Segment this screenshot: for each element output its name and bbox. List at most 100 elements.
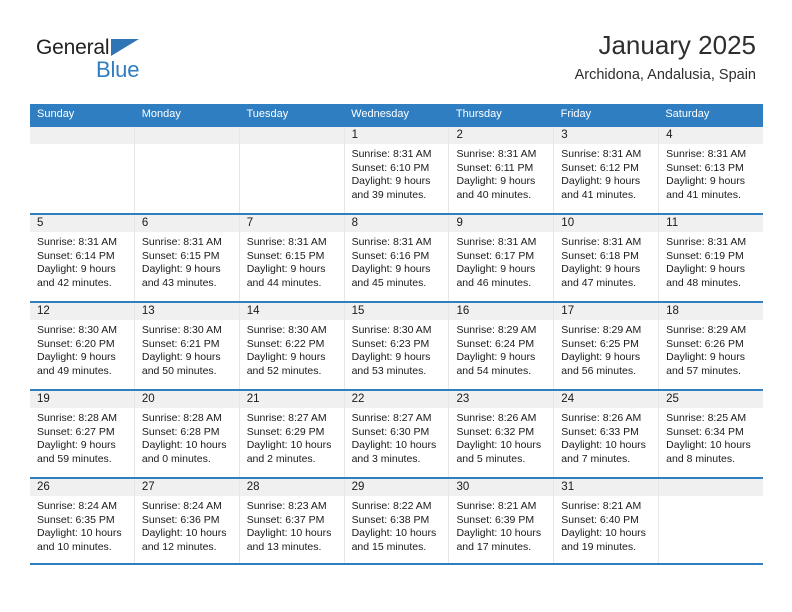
- sunrise-text: Sunrise: 8:29 AM: [456, 324, 537, 336]
- daylight-text-line1: Daylight: 9 hours: [37, 351, 116, 364]
- day-cell[interactable]: 24 Sunrise: 8:26 AM Sunset: 6:33 PM Dayligh…: [554, 391, 660, 477]
- day-cell[interactable]: 8 Sunrise: 8:31 AM Sunset: 6:16 PM Daylight…: [344, 215, 450, 301]
- day-cell[interactable]: 6 Sunrise: 8:31 AM Sunset: 6:15 PM Daylight…: [134, 215, 240, 301]
- day-number: 3: [561, 129, 568, 141]
- sunrise-text: Sunrise: 8:30 AM: [246, 324, 327, 336]
- day-number: 2: [456, 129, 463, 141]
- day-details: Sunrise: 8:28 AM Sunset: 6:27 PM Daylight:…: [30, 408, 134, 466]
- day-number: 25: [666, 393, 679, 405]
- weekday-header-thursday: Thursday: [455, 108, 502, 120]
- day-number-band: 21: [239, 391, 344, 408]
- day-cell[interactable]: 19 Sunrise: 8:28 AM Sunset: 6:27 PM Dayligh…: [30, 391, 135, 477]
- day-cell[interactable]: 15 Sunrise: 8:30 AM Sunset: 6:23 PM Dayligh…: [344, 303, 450, 389]
- daylight-text-line2: and 57 minutes.: [666, 364, 741, 377]
- day-number: 20: [141, 393, 155, 405]
- sunset-text: Sunset: 6:15 PM: [141, 249, 220, 262]
- day-details: Sunrise: 8:21 AM Sunset: 6:39 PM Daylight:…: [449, 496, 553, 554]
- day-details: Sunrise: 8:31 AM Sunset: 6:18 PM Daylight:…: [554, 232, 658, 290]
- day-cell[interactable]: 23 Sunrise: 8:26 AM Sunset: 6:32 PM Dayligh…: [449, 391, 555, 477]
- daylight-text-line1: Daylight: 9 hours: [561, 351, 641, 364]
- day-number-band: 25: [659, 391, 764, 408]
- daylight-text-line2: and 17 minutes.: [456, 540, 532, 553]
- daylight-text-line2: and 7 minutes.: [561, 452, 631, 465]
- day-number-band: 16: [449, 303, 554, 320]
- day-number-band: 10: [554, 215, 659, 232]
- daylight-text-line1: Daylight: 10 hours: [246, 527, 332, 540]
- day-cell[interactable]: 14 Sunrise: 8:30 AM Sunset: 6:22 PM Dayligh…: [239, 303, 345, 389]
- sunrise-text: Sunrise: 8:31 AM: [561, 236, 642, 248]
- week-row: 12 Sunrise: 8:30 AM Sunset: 6:20 PM Dayligh…: [30, 301, 764, 389]
- day-number-band: 27: [134, 479, 239, 496]
- day-cell[interactable]: 18 Sunrise: 8:29 AM Sunset: 6:26 PM Dayligh…: [659, 303, 764, 389]
- day-cell[interactable]: 26 Sunrise: 8:24 AM Sunset: 6:35 PM Dayligh…: [30, 479, 135, 563]
- weekday-header-monday: Monday: [141, 108, 181, 120]
- sunset-text: Sunset: 6:40 PM: [561, 513, 639, 526]
- day-number: 17: [561, 305, 575, 317]
- daylight-text-line1: Daylight: 9 hours: [141, 351, 221, 364]
- day-number-band: 4: [659, 127, 764, 144]
- day-cell[interactable]: 1 Sunrise: 8:31 AM Sunset: 6:10 PM Daylight…: [344, 127, 450, 213]
- day-cell[interactable]: 10 Sunrise: 8:31 AM Sunset: 6:18 PM Dayligh…: [554, 215, 660, 301]
- page-header: General Blue January 2025 Archidona, And…: [36, 28, 756, 100]
- day-cell[interactable]: 25 Sunrise: 8:25 AM Sunset: 6:34 PM Dayligh…: [659, 391, 764, 477]
- day-number: 19: [37, 393, 50, 405]
- daylight-text-line2: and 3 minutes.: [351, 452, 421, 465]
- day-number: 12: [37, 305, 50, 317]
- day-cell[interactable]: 2 Sunrise: 8:31 AM Sunset: 6:11 PM Daylight…: [449, 127, 555, 213]
- day-details: Sunrise: 8:30 AM Sunset: 6:23 PM Daylight:…: [345, 320, 449, 378]
- triangle-icon: [111, 39, 139, 56]
- daylight-text-line1: Daylight: 9 hours: [456, 175, 536, 188]
- day-cell[interactable]: 27 Sunrise: 8:24 AM Sunset: 6:36 PM Dayligh…: [134, 479, 240, 563]
- day-cell[interactable]: 9 Sunrise: 8:31 AM Sunset: 6:17 PM Daylight…: [449, 215, 555, 301]
- day-cell[interactable]: 12 Sunrise: 8:30 AM Sunset: 6:20 PM Dayligh…: [30, 303, 135, 389]
- day-cell[interactable]: 22 Sunrise: 8:27 AM Sunset: 6:30 PM Dayligh…: [344, 391, 450, 477]
- day-cell[interactable]: 5 Sunrise: 8:31 AM Sunset: 6:14 PM Daylight…: [30, 215, 135, 301]
- day-number: 27: [141, 481, 155, 493]
- daylight-text-line2: and 5 minutes.: [456, 452, 526, 465]
- day-cell[interactable]: 30 Sunrise: 8:21 AM Sunset: 6:39 PM Dayligh…: [449, 479, 555, 563]
- sunset-text: Sunset: 6:38 PM: [351, 513, 430, 526]
- day-number: 24: [561, 393, 575, 405]
- sunset-text: Sunset: 6:10 PM: [351, 161, 430, 174]
- daylight-text-line2: and 53 minutes.: [351, 364, 427, 377]
- sunrise-text: Sunrise: 8:26 AM: [456, 412, 537, 424]
- day-number-band: 28: [239, 479, 344, 496]
- day-number-band: 12: [30, 303, 134, 320]
- day-number-band: 17: [554, 303, 659, 320]
- day-cell[interactable]: 31 Sunrise: 8:21 AM Sunset: 6:40 PM Dayligh…: [554, 479, 660, 563]
- day-cell[interactable]: 4 Sunrise: 8:31 AM Sunset: 6:13 PM Daylight…: [659, 127, 764, 213]
- day-details: Sunrise: 8:31 AM Sunset: 6:19 PM Daylight:…: [659, 232, 763, 290]
- day-cell[interactable]: 29 Sunrise: 8:22 AM Sunset: 6:38 PM Dayligh…: [344, 479, 450, 563]
- sunrise-text: Sunrise: 8:28 AM: [141, 412, 222, 424]
- day-cell[interactable]: 20 Sunrise: 8:28 AM Sunset: 6:28 PM Dayligh…: [134, 391, 240, 477]
- sunset-text: Sunset: 6:11 PM: [456, 161, 534, 174]
- day-cell[interactable]: 28 Sunrise: 8:23 AM Sunset: 6:37 PM Dayligh…: [239, 479, 345, 563]
- day-details: Sunrise: 8:27 AM Sunset: 6:30 PM Daylight:…: [345, 408, 449, 466]
- day-cell[interactable]: 3 Sunrise: 8:31 AM Sunset: 6:12 PM Daylight…: [554, 127, 660, 213]
- day-cell[interactable]: 7 Sunrise: 8:31 AM Sunset: 6:15 PM Daylight…: [239, 215, 345, 301]
- sunrise-text: Sunrise: 8:31 AM: [456, 236, 537, 248]
- daylight-text-line1: Daylight: 10 hours: [351, 439, 437, 452]
- sunrise-text: Sunrise: 8:30 AM: [141, 324, 222, 336]
- weekday-header-friday: Friday: [560, 108, 592, 120]
- day-number-band: 13: [134, 303, 239, 320]
- daylight-text-line2: and 41 minutes.: [666, 188, 741, 201]
- day-cell[interactable]: 17 Sunrise: 8:29 AM Sunset: 6:25 PM Dayligh…: [554, 303, 660, 389]
- day-cell[interactable]: 11 Sunrise: 8:31 AM Sunset: 6:19 PM Dayligh…: [659, 215, 764, 301]
- sunrise-text: Sunrise: 8:21 AM: [561, 500, 642, 512]
- general-blue-logo[interactable]: General Blue: [36, 36, 166, 82]
- daylight-text-line1: Daylight: 9 hours: [666, 351, 745, 364]
- day-cell[interactable]: 21 Sunrise: 8:27 AM Sunset: 6:29 PM Dayligh…: [239, 391, 345, 477]
- weekday-header-sunday: Sunday: [37, 108, 75, 120]
- day-cell-empty: [659, 479, 764, 563]
- day-cell[interactable]: 16 Sunrise: 8:29 AM Sunset: 6:24 PM Dayligh…: [449, 303, 555, 389]
- day-details: Sunrise: 8:31 AM Sunset: 6:17 PM Daylight:…: [449, 232, 553, 290]
- daylight-text-line2: and 8 minutes.: [666, 452, 736, 465]
- daylight-text-line1: Daylight: 9 hours: [351, 175, 431, 188]
- day-cell[interactable]: 13 Sunrise: 8:30 AM Sunset: 6:21 PM Dayligh…: [134, 303, 240, 389]
- sunrise-text: Sunrise: 8:31 AM: [351, 236, 432, 248]
- day-number-band: 23: [449, 391, 554, 408]
- sunset-text: Sunset: 6:33 PM: [561, 425, 639, 438]
- day-details: Sunrise: 8:21 AM Sunset: 6:40 PM Daylight:…: [554, 496, 658, 554]
- page-title: January 2025: [598, 30, 756, 60]
